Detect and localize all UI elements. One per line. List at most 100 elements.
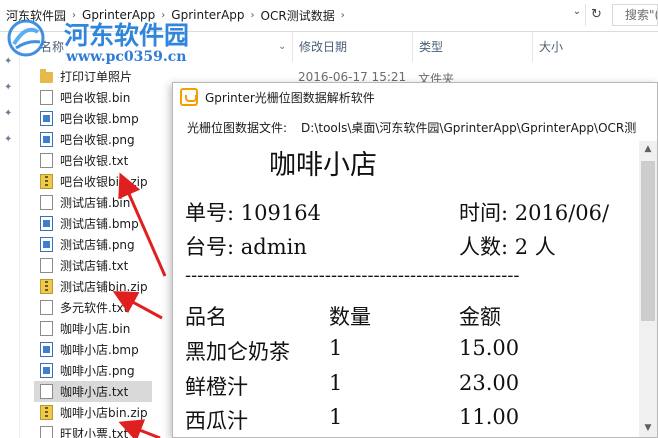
- list-item[interactable]: 多元软件.txt: [34, 297, 174, 318]
- file-icon: [40, 195, 53, 210]
- file-name: 吧台收银bin.zip: [60, 175, 148, 189]
- file-icon: [40, 321, 53, 336]
- text-file-icon: [40, 300, 53, 315]
- column-date[interactable]: 修改日期: [292, 32, 412, 62]
- list-item[interactable]: 测试店铺.png: [34, 234, 174, 255]
- watermark-title: 河东软件园: [64, 21, 190, 50]
- search-input[interactable]: 搜索"(: [612, 4, 658, 26]
- list-item[interactable]: 测试店铺.txt: [34, 255, 174, 276]
- column-size[interactable]: 大小: [532, 32, 658, 62]
- receipt-item-name: 鲜橙汁: [185, 375, 248, 399]
- path-label: 光栅位图数据文件:: [187, 121, 288, 135]
- vertical-scrollbar[interactable]: ▲ ▼: [639, 141, 657, 437]
- receipt-col-name: 品名: [185, 305, 227, 329]
- file-name: 吧台收银.txt: [60, 154, 129, 168]
- file-name: 测试店铺.txt: [60, 259, 129, 273]
- watermark-logo: 河东软件园 www.pc0359.cn: [2, 12, 242, 70]
- watermark-url: www.pc0359.cn: [66, 49, 187, 65]
- text-file-icon: [40, 153, 53, 168]
- app-icon: [180, 88, 198, 106]
- receipt-divider: ----------------------------------------…: [185, 265, 520, 286]
- list-item[interactable]: 吧台收银bin.zip: [34, 171, 174, 192]
- file-name: 吧台收银.bmp: [60, 112, 139, 126]
- receipt-col-qty: 数量: [329, 305, 371, 329]
- file-name: 测试店铺.png: [60, 238, 135, 252]
- image-icon: [40, 363, 53, 378]
- file-name: 咖啡小店.bmp: [60, 343, 139, 357]
- file-name: 吧台收银.png: [60, 133, 135, 147]
- list-item[interactable]: 测试店铺.bmp: [34, 213, 174, 234]
- pin-icon: ✦: [4, 82, 13, 93]
- receipt-item-amount: 11.00: [459, 405, 520, 429]
- list-item[interactable]: 咖啡小店bin.zip: [34, 402, 174, 423]
- receipt-col-amount: 金额: [459, 305, 501, 329]
- image-icon: [40, 237, 53, 252]
- scroll-up-icon[interactable]: ▲: [639, 141, 657, 158]
- chevron-down-icon[interactable]: ⌄: [278, 32, 286, 62]
- list-item[interactable]: 测试店铺.bin: [34, 192, 174, 213]
- receipt-item-amount: 23.00: [459, 371, 520, 395]
- list-item[interactable]: 旺财小票.txt: [34, 423, 174, 438]
- text-file-icon: [40, 426, 53, 438]
- receipt-preview: 咖啡小店 单号: 109164 时间: 2016/06/ 台号: admin 人…: [173, 141, 639, 438]
- zip-icon: [40, 405, 53, 420]
- list-item[interactable]: 测试店铺bin.zip: [34, 276, 174, 297]
- receipt-table: 台号: admin: [185, 235, 307, 259]
- window-title-bar[interactable]: Gprinter光栅位图数据解析软件: [173, 83, 658, 111]
- file-name: 咖啡小店.txt: [60, 385, 129, 399]
- breadcrumb-item[interactable]: OCR测试数据: [261, 7, 335, 24]
- list-item[interactable]: 咖啡小店.png: [34, 360, 174, 381]
- zip-icon: [40, 279, 53, 294]
- file-icon: [40, 90, 53, 105]
- image-icon: [40, 132, 53, 147]
- file-name: 打印订单照片: [60, 70, 133, 84]
- receipt-item-qty: 1: [329, 371, 343, 395]
- pin-icon: ✦: [4, 134, 13, 145]
- list-item[interactable]: 吧台收银.bin: [34, 87, 174, 108]
- receipt-shop-name: 咖啡小店: [269, 150, 377, 181]
- list-item[interactable]: 咖啡小店.bmp: [34, 339, 174, 360]
- image-icon: [40, 111, 53, 126]
- file-name: 多元软件.txt: [60, 301, 129, 315]
- file-list: 打印订单照片 吧台收银.bin 吧台收银.bmp 吧台收银.png 吧台收银.t…: [34, 62, 174, 438]
- text-file-icon: [40, 384, 53, 399]
- scroll-down-icon[interactable]: ▼: [639, 420, 657, 437]
- window-title: Gprinter光栅位图数据解析软件: [205, 90, 375, 105]
- file-path-row: 光栅位图数据文件: D:\tools\桌面\河东软件园\GprinterApp\…: [187, 119, 657, 137]
- list-item[interactable]: 吧台收银.png: [34, 129, 174, 150]
- file-name: 测试店铺.bin: [60, 196, 131, 210]
- pin-icon: ✦: [4, 108, 13, 119]
- file-name: 测试店铺.bmp: [60, 217, 139, 231]
- receipt-item-name: 黑加仑奶茶: [185, 340, 290, 364]
- refresh-icon[interactable]: ↻: [585, 4, 607, 26]
- image-icon: [40, 342, 53, 357]
- receipt-item-name: 西瓜汁: [185, 409, 248, 433]
- address-dropdown-icon[interactable]: ⌄: [570, 6, 584, 24]
- list-item[interactable]: 吧台收银.bmp: [34, 108, 174, 129]
- logo-icon: [7, 19, 45, 57]
- receipt-guests: 人数: 2 人: [459, 235, 556, 259]
- folder-icon: [40, 69, 53, 83]
- path-value[interactable]: D:\tools\桌面\河东软件园\GprinterApp\GprinterAp…: [301, 119, 636, 137]
- chevron-right-icon[interactable]: ›: [251, 10, 255, 21]
- list-item-selected[interactable]: 咖啡小店.txt: [34, 381, 152, 402]
- gprinter-window[interactable]: Gprinter光栅位图数据解析软件 光栅位图数据文件: D:\tools\桌面…: [172, 82, 658, 438]
- file-name: 旺财小票.txt: [60, 427, 129, 438]
- file-name: 测试店铺bin.zip: [60, 280, 148, 294]
- receipt-item-qty: 1: [329, 336, 343, 360]
- text-file-icon: [40, 258, 53, 273]
- file-name: 咖啡小店.png: [60, 364, 135, 378]
- file-name: 吧台收银.bin: [60, 91, 131, 105]
- receipt-time: 时间: 2016/06/: [459, 201, 610, 225]
- image-icon: [40, 216, 53, 231]
- list-item[interactable]: 咖啡小店.bin: [34, 318, 174, 339]
- search-placeholder: 搜索"(: [625, 8, 658, 22]
- scrollbar-thumb[interactable]: [641, 161, 655, 321]
- column-type[interactable]: 类型: [412, 32, 532, 62]
- navigation-pane[interactable]: ✦ ✦ ✦ ✦: [0, 32, 20, 438]
- chevron-right-icon[interactable]: ›: [341, 10, 345, 21]
- list-item[interactable]: 吧台收银.txt: [34, 150, 174, 171]
- file-name: 咖啡小店.bin: [60, 322, 131, 336]
- receipt-item-qty: 1: [329, 405, 343, 429]
- file-name: 咖啡小店bin.zip: [60, 406, 148, 420]
